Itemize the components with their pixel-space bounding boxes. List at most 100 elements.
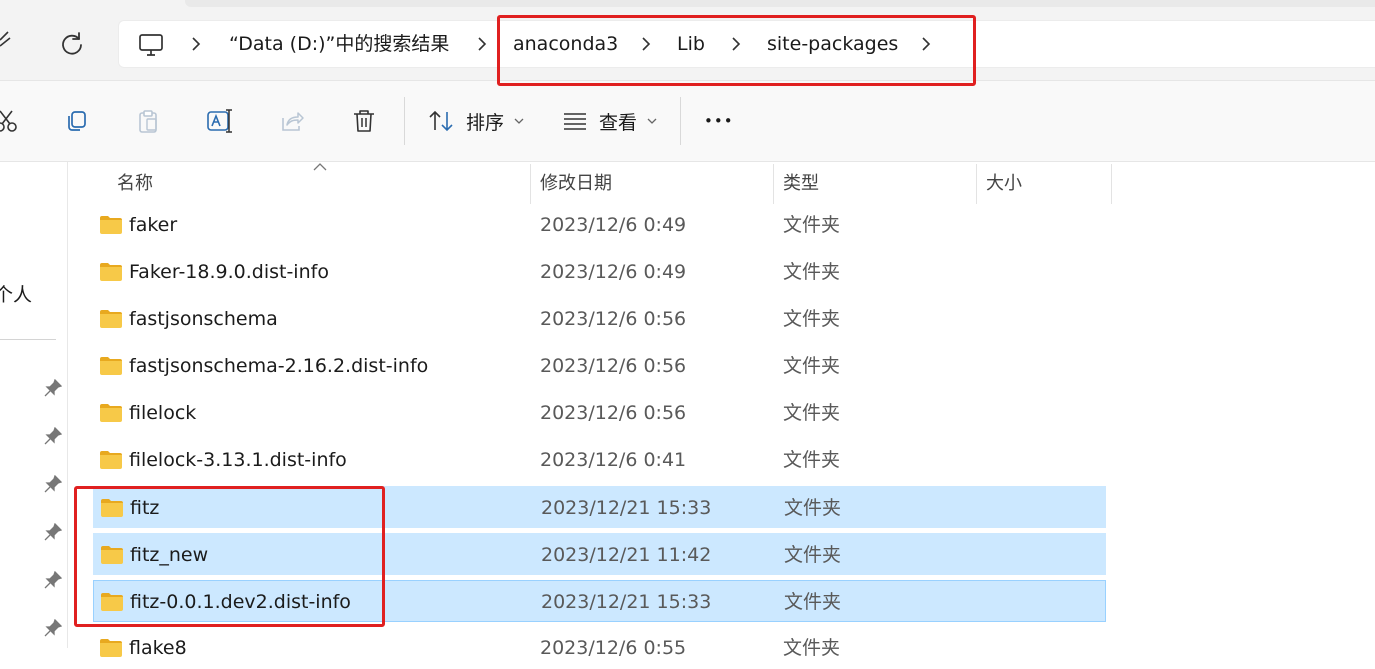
clipboard-icon — [139, 110, 157, 133]
file-date: 2023/12/6 0:56 — [540, 355, 687, 377]
scissors-icon — [0, 110, 17, 132]
refresh-icon[interactable] — [58, 30, 86, 58]
file-name: fitz_new — [130, 544, 209, 566]
file-name: fastjsonschema — [129, 308, 278, 330]
column-header-type[interactable]: 类型 — [783, 164, 819, 204]
toolbar-divider — [680, 97, 681, 145]
chevron-right-icon[interactable] — [917, 35, 935, 53]
file-name: filelock-3.13.1.dist-info — [129, 449, 347, 471]
this-pc-icon[interactable] — [137, 31, 165, 59]
view-label: 查看 — [599, 111, 638, 134]
copy-button[interactable] — [56, 101, 96, 141]
toolbar-divider — [404, 97, 405, 145]
view-button[interactable]: 查看 — [563, 101, 657, 141]
pin-icon[interactable] — [44, 619, 62, 637]
title-address-region: “Data (D:)”中的搜索结果 anaconda3 Lib site-pac… — [0, 0, 1375, 80]
rename-button[interactable] — [200, 101, 240, 141]
file-name: fastjsonschema-2.16.2.dist-info — [129, 355, 429, 377]
folder-icon — [100, 451, 122, 469]
column-divider[interactable] — [530, 164, 531, 204]
file-row[interactable]: fitz-0.0.1.dev2.dist-info 2023/12/21 15:3… — [93, 580, 1106, 622]
chevron-down-icon — [647, 118, 657, 124]
file-row[interactable]: Faker-18.9.0.dist-info 2023/12/6 0:49 文件夹 — [93, 251, 1106, 293]
pin-icon[interactable] — [44, 379, 62, 397]
chevron-right-icon[interactable] — [187, 35, 205, 53]
file-name: fitz — [130, 497, 160, 519]
breadcrumb-lib[interactable]: Lib — [677, 21, 705, 67]
trash-icon — [354, 110, 374, 132]
file-date: 2023/12/21 15:33 — [541, 591, 712, 613]
sort-ascending-icon — [313, 163, 327, 171]
breadcrumb-search-results[interactable]: “Data (D:)”中的搜索结果 — [229, 21, 449, 67]
file-date: 2023/12/6 0:41 — [540, 449, 687, 471]
sort-label: 排序 — [466, 111, 505, 134]
folder-icon — [100, 404, 122, 422]
file-type: 文件夹 — [783, 214, 841, 236]
sidebar-divider — [0, 339, 56, 340]
share-button[interactable] — [272, 101, 312, 141]
file-type: 文件夹 — [783, 449, 841, 471]
view-icon — [564, 113, 586, 130]
copy-icon — [68, 111, 86, 131]
pin-icon[interactable] — [44, 427, 62, 445]
pin-icon[interactable] — [44, 475, 62, 493]
column-header-date[interactable]: 修改日期 — [540, 164, 612, 204]
file-type: 文件夹 — [783, 355, 841, 377]
navigation-pane: 个人 — [0, 162, 68, 648]
file-row[interactable]: filelock 2023/12/6 0:56 文件夹 — [93, 392, 1106, 434]
folder-icon — [100, 357, 122, 375]
folder-icon — [101, 499, 123, 517]
column-header-name[interactable]: 名称 — [117, 164, 153, 204]
chevron-right-icon[interactable] — [473, 35, 491, 53]
file-type: 文件夹 — [784, 497, 842, 519]
file-date: 2023/12/6 0:56 — [540, 402, 687, 424]
file-type: 文件夹 — [783, 637, 841, 659]
file-date: 2023/12/6 0:49 — [540, 261, 687, 283]
file-row[interactable]: fastjsonschema-2.16.2.dist-info 2023/12/6… — [93, 345, 1106, 387]
file-type: 文件夹 — [784, 591, 842, 613]
more-icon: ••• — [704, 112, 734, 130]
file-date: 2023/12/21 15:33 — [541, 497, 712, 519]
folder-icon — [100, 639, 122, 657]
file-row[interactable]: filelock-3.13.1.dist-info 2023/12/6 0:41 文… — [93, 439, 1106, 481]
chevron-right-icon[interactable] — [637, 35, 655, 53]
paste-button[interactable] — [128, 101, 168, 141]
column-divider[interactable] — [976, 164, 977, 204]
breadcrumb-site-packages[interactable]: site-packages — [767, 21, 898, 67]
command-bar: 排序 查看 ••• — [0, 80, 1375, 162]
pin-icon[interactable] — [44, 523, 62, 541]
file-date: 2023/12/6 0:56 — [540, 308, 687, 330]
folder-icon — [100, 216, 122, 234]
sort-icon — [429, 110, 453, 132]
file-type: 文件夹 — [784, 544, 842, 566]
file-row[interactable]: fastjsonschema 2023/12/6 0:56 文件夹 — [93, 298, 1106, 340]
sort-button[interactable]: 排序 — [428, 101, 524, 141]
folder-icon — [100, 310, 122, 328]
breadcrumb-anaconda3[interactable]: anaconda3 — [513, 21, 618, 67]
file-name: faker — [129, 214, 178, 236]
column-header-size[interactable]: 大小 — [986, 164, 1022, 204]
delete-button[interactable] — [344, 101, 384, 141]
file-name: fitz-0.0.1.dev2.dist-info — [130, 591, 351, 613]
file-date: 2023/12/21 11:42 — [541, 544, 712, 566]
tab-strip-edge — [185, 0, 1375, 7]
address-bar[interactable]: “Data (D:)”中的搜索结果 anaconda3 Lib site-pac… — [118, 20, 1375, 68]
cut-button[interactable] — [0, 101, 26, 141]
rename-icon — [207, 109, 232, 133]
chevron-down-icon — [514, 118, 524, 124]
file-date: 2023/12/6 0:55 — [540, 637, 687, 659]
folder-icon — [101, 593, 123, 611]
file-row[interactable]: flake8 2023/12/6 0:55 文件夹 — [93, 627, 1106, 669]
file-row[interactable]: fitz 2023/12/21 15:33 文件夹 — [93, 486, 1106, 528]
chevron-right-icon[interactable] — [727, 35, 745, 53]
file-row[interactable]: fitz_new 2023/12/21 11:42 文件夹 — [93, 533, 1106, 575]
sidebar-item-personal[interactable]: 个人 — [0, 280, 32, 307]
folder-icon — [100, 263, 122, 281]
column-divider[interactable] — [773, 164, 774, 204]
up-arrow-icon[interactable] — [0, 30, 14, 56]
column-divider[interactable] — [1111, 164, 1112, 204]
pin-icon[interactable] — [44, 571, 62, 589]
file-name: flake8 — [129, 637, 187, 659]
file-row[interactable]: faker 2023/12/6 0:49 文件夹 — [93, 204, 1106, 246]
more-options-button[interactable]: ••• — [704, 101, 734, 141]
